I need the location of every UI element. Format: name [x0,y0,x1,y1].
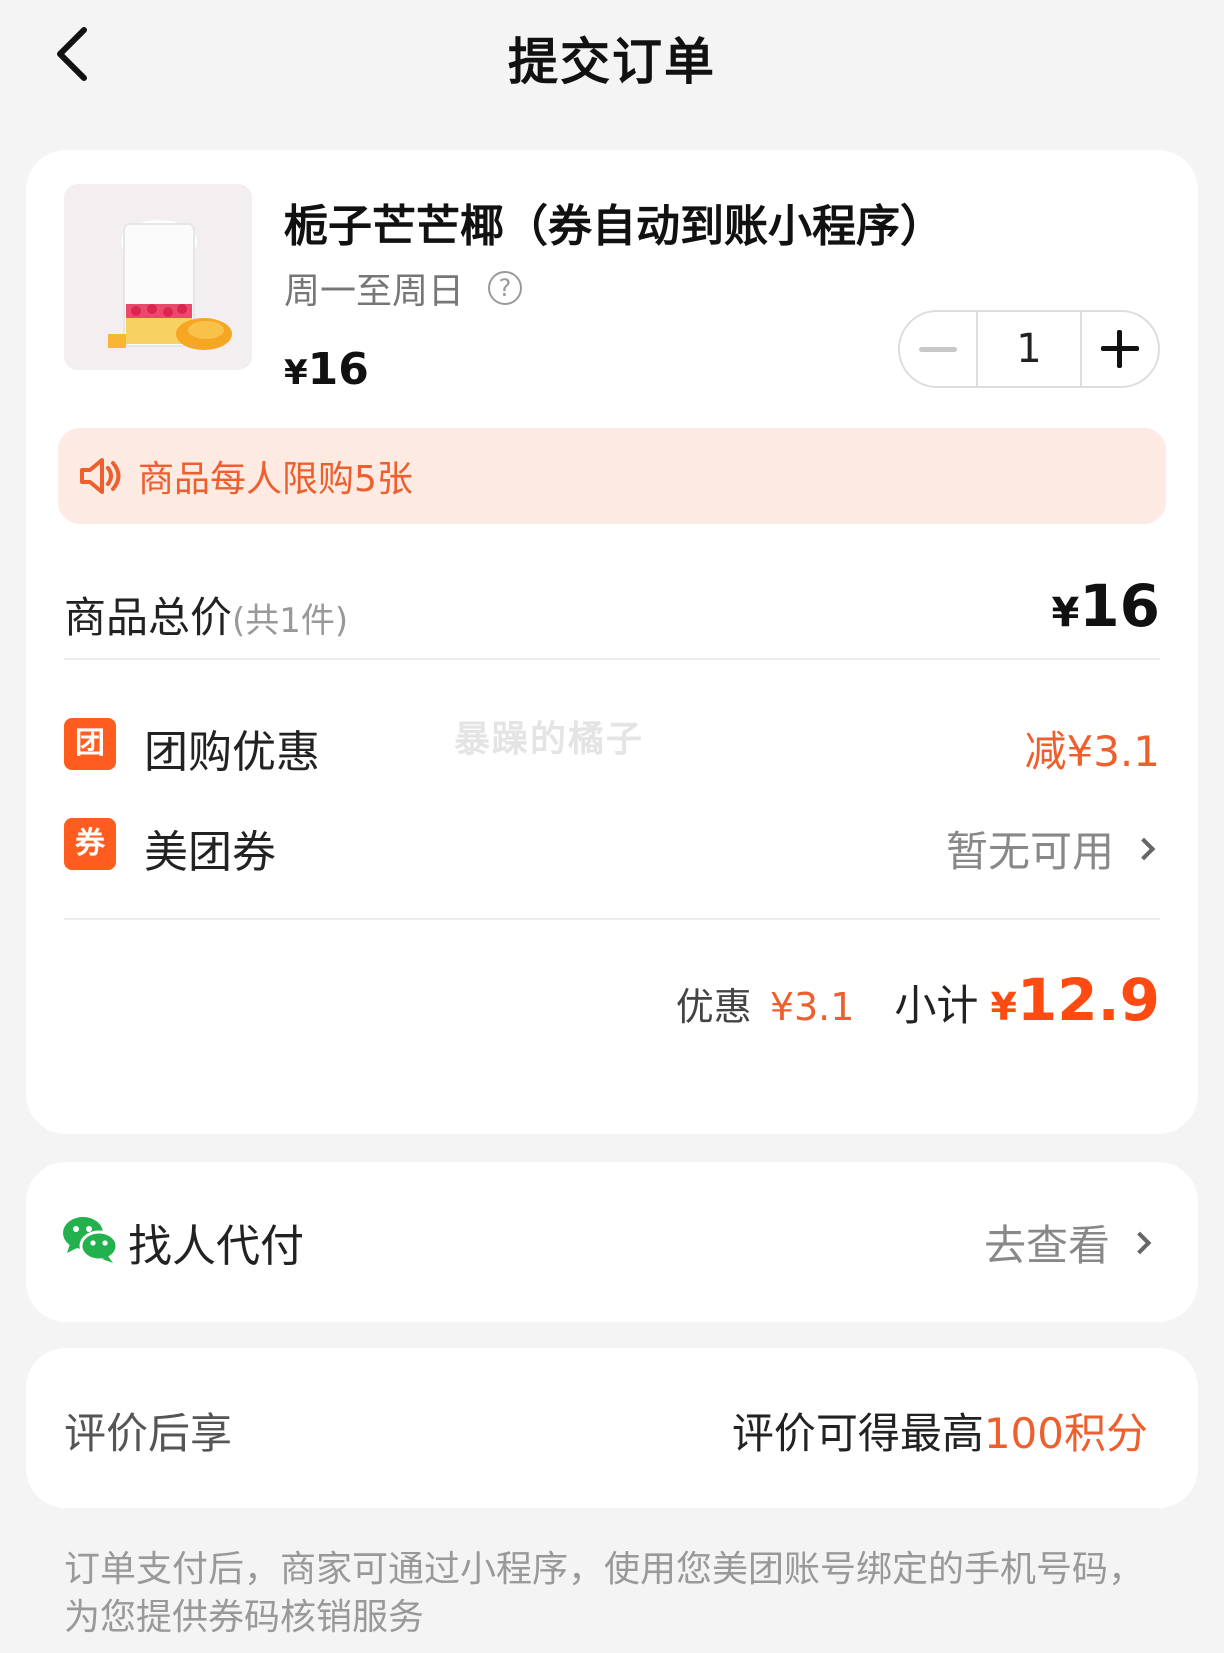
notice-text: 商品每人限购5张 [138,459,413,500]
total-price-row: 商品总价(共1件) ¥16 [64,570,1160,650]
coupon-tag-icon: 券 [64,818,116,870]
speaker-icon [80,458,121,494]
header: 提交订单 [0,0,1224,110]
review-reward-text: 评价可得最高 [731,1409,984,1458]
product-image[interactable] [64,184,252,370]
coupon-status: 暂无可用 [945,827,1114,876]
review-points: 100积分 [983,1409,1148,1458]
product-price: ¥16 [284,344,369,395]
total-value: ¥16 [1051,572,1160,640]
discount-value: ¥3.1 [769,985,855,1029]
group-tag-icon: 团 [64,718,116,770]
pay-for-me-label: 找人代付 [128,1221,304,1272]
product-name[interactable]: 栀子芒芒椰（券自动到账小程序） [284,190,944,254]
product-validity: 周一至周日 ? [284,262,523,314]
purchase-limit-notice: 商品每人限购5张 [58,428,1166,524]
view-link[interactable]: 去查看 [983,1212,1152,1273]
price-symbol: ¥ [284,353,308,393]
subtotal-label: 小计 [894,981,979,1030]
discount-label: 优惠 [675,985,752,1029]
group-discount-value: 减¥3.1 [1024,727,1160,776]
group-discount-label: 团购优惠 [144,727,320,778]
validity-text: 周一至周日 [284,271,465,312]
coupon-row[interactable]: 券 美团券 暂无可用 [64,810,1160,880]
price-value: 16 [307,344,369,395]
page-title: 提交订单 [508,33,716,91]
order-card: 栀子芒芒椰（券自动到账小程序） 周一至周日 ? ¥16 1 商品每人限购5张 商… [26,150,1198,1134]
total-label-text: 商品总价 [64,593,233,642]
increase-button[interactable] [1082,312,1158,386]
total-label: 商品总价(共1件) [64,584,348,645]
subtotal-symbol: ¥ [990,985,1017,1029]
decrease-button[interactable] [900,312,976,386]
divider [64,918,1160,920]
view-link-text: 去查看 [983,1221,1110,1270]
review-reward-card: 评价后享 评价可得最高100积分 [26,1348,1198,1508]
subtotal-amount: 12.9 [1016,966,1160,1034]
coupon-value[interactable]: 暂无可用 [945,818,1156,879]
item-count: (共1件) [232,601,349,641]
total-amount: 16 [1079,572,1160,640]
subtotal-row: 优惠 ¥3.1 小计 ¥ 12.9 [676,966,1160,1034]
divider [64,658,1160,660]
coupon-label: 美团券 [144,827,276,878]
wechat-icon [63,1217,118,1263]
help-icon[interactable]: ? [488,271,523,305]
minus-icon [919,346,957,352]
chevron-right-icon [1128,1231,1152,1254]
review-label: 评价后享 [64,1409,233,1458]
pay-for-me-card[interactable]: 找人代付 去查看 [26,1162,1198,1322]
watermark: 暴躁的橘子 [454,719,645,760]
review-reward: 评价可得最高100积分 [732,1400,1148,1461]
quantity-stepper[interactable]: 1 [898,310,1160,388]
total-symbol: ¥ [1051,590,1080,636]
plus-icon [1101,330,1139,368]
chevron-right-icon [1132,837,1156,860]
footer-note: 订单支付后，商家可通过小程序，使用您美团账号绑定的手机号码，为您提供券码核销服务 [64,1549,1145,1638]
quantity-value[interactable]: 1 [976,312,1082,386]
